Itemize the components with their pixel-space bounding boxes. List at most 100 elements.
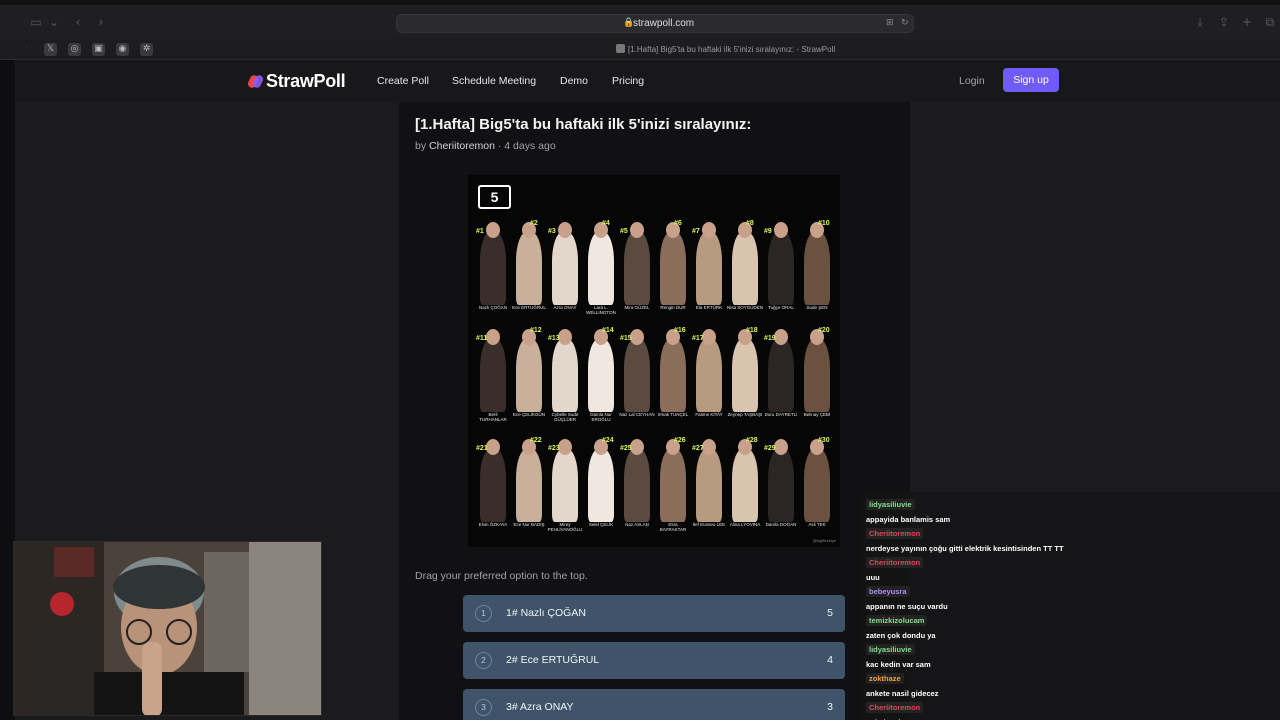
contestant-number: #17	[692, 335, 704, 342]
contestant-figure	[480, 232, 506, 305]
contestant-head	[702, 439, 716, 455]
contestant-figure	[552, 339, 578, 412]
new-tab-icon[interactable]: +	[1239, 15, 1255, 29]
active-tab[interactable]: [1.Hafta] Big5'ta bu haftaki ilk 5'inizi…	[616, 44, 835, 54]
contestant-name: Mirey PEHLİVANOĞLU	[547, 522, 583, 532]
sidebar-icon[interactable]: ▭	[28, 15, 44, 29]
contestant-number: #21	[476, 445, 488, 452]
contestant-figure	[516, 339, 542, 412]
contestant-figure	[480, 339, 506, 412]
back-icon[interactable]: ‹	[70, 15, 86, 29]
contestant-number: #5	[620, 228, 628, 235]
contestant-name: Cybelle Sude GÜÇLÜER	[551, 412, 579, 422]
contestant-number: #7	[692, 228, 700, 235]
contestant-number: #14	[602, 327, 614, 334]
contestant-name: Ela ERTÜRK	[695, 305, 723, 310]
option-label: 2# Ece ERTUĞRUL	[506, 654, 600, 666]
strawpoll-logo[interactable]: StrawPoll	[246, 70, 346, 92]
poll-author[interactable]: Cheriitoremon	[429, 140, 495, 152]
contestant-number: #26	[674, 437, 686, 444]
big5-logo: 5	[478, 185, 511, 209]
nav-pricing[interactable]: Pricing	[612, 75, 644, 87]
contestant-name: Naz ASLAN	[625, 522, 649, 527]
chat-message: lidyasiliuvie appayida banlamis sam	[866, 494, 1276, 524]
contestant-number: #23	[548, 445, 560, 452]
poll-title: [1.Hafta] Big5'ta bu haftaki ilk 5'inizi…	[415, 116, 752, 133]
x-icon[interactable]: 𝕏	[44, 43, 57, 56]
poll-byline: by Cheriitoremon · 4 days ago	[415, 140, 556, 152]
strawpoll-logo-icon	[246, 73, 265, 90]
spotify-icon[interactable]: ◉	[116, 43, 129, 56]
contestant-name: Elvin ÖZKAYA	[478, 522, 508, 527]
favorite-icon[interactable]: ·	[20, 43, 33, 56]
nav-create-poll[interactable]: Create Poll	[377, 75, 429, 87]
contestant-figure	[660, 449, 686, 522]
chat-username: lidyasiliuvie	[866, 499, 915, 510]
share-icon[interactable]: ⇪	[1216, 15, 1232, 29]
contestant-figure	[696, 449, 722, 522]
signup-button[interactable]: Sign up	[1003, 68, 1059, 92]
contestant-number: #2	[530, 220, 538, 227]
contestant-figure	[768, 449, 794, 522]
login-link[interactable]: Login	[959, 75, 985, 87]
address-bar[interactable]: 🔒 strawpoll.com ⊞ ↻	[396, 14, 914, 33]
contestant-name: Azra ONAY	[553, 305, 577, 310]
contestant-number: #16	[674, 327, 686, 334]
option-count: 3	[827, 701, 833, 713]
contestant-figure	[804, 449, 830, 522]
chat-username: temizkizolucam	[866, 615, 928, 626]
option-rank: 2	[475, 652, 492, 669]
contestant-figure	[804, 339, 830, 412]
tab-overview-icon[interactable]: ⧉	[1262, 15, 1278, 29]
ranking-option[interactable]: 1 1# Nazlı ÇOĞAN 5	[463, 595, 845, 632]
contestant-head	[774, 329, 788, 345]
contestant-name: Alina LYOVINA	[729, 522, 761, 527]
contestant-figure	[696, 232, 722, 305]
byline-prefix: by	[415, 140, 430, 152]
contestant-figure	[732, 232, 758, 305]
tab-bar: · 𝕏 ◎ ▣ ◉ ✲ [1.Hafta] Big5'ta bu haftaki…	[0, 39, 1280, 60]
apps-icon[interactable]: ▣	[92, 43, 105, 56]
reload-icon[interactable]: ↻	[901, 18, 909, 28]
contestant-name: Nazlı ÇOĞAN	[478, 305, 507, 310]
contestant-name: Fatime KİTAY	[695, 412, 723, 417]
download-icon[interactable]: ⤓	[1192, 15, 1208, 29]
contestant-name: Selel ÇELİK	[588, 522, 614, 527]
contestant-figure	[552, 449, 578, 522]
forward-icon[interactable]: ›	[93, 15, 109, 29]
contestant-figure	[516, 232, 542, 305]
contestant-number: #19	[764, 335, 776, 342]
chat-username: Cheriitoremon	[866, 528, 924, 539]
option-rank: 3	[475, 699, 492, 716]
chat-message: zokthaze ankete nasil gidecez	[866, 668, 1276, 698]
contestant-figure	[624, 449, 650, 522]
contestant-name: Nisa SOYGÜDEN	[727, 305, 764, 310]
contestant-number: #30	[818, 437, 830, 444]
chat-message: lidyasiliuvie kac kedin var sam	[866, 639, 1276, 669]
chat-message: Cheriitoremon uuu	[866, 552, 1276, 582]
instagram-icon[interactable]: ◎	[68, 43, 81, 56]
option-rank: 1	[475, 605, 492, 622]
contestant-head	[630, 439, 644, 455]
chevron-down-icon[interactable]: ⌄	[46, 15, 62, 29]
contestant-head	[558, 439, 572, 455]
nav-demo[interactable]: Demo	[560, 75, 588, 87]
contestant-head	[486, 439, 500, 455]
chat-overlay: lidyasiliuvie appayida banlamis sam Cherii…	[862, 492, 1280, 720]
nav-schedule-meeting[interactable]: Schedule Meeting	[452, 75, 536, 87]
ranking-option[interactable]: 2 2# Ece ERTUĞRUL 4	[463, 642, 845, 679]
contestant-name: Naz Lal CEYHAN	[619, 412, 655, 417]
chat-message: temizkizolucam zaten çok dondu ya	[866, 610, 1276, 640]
contestant-figure	[732, 339, 758, 412]
webcam-picture	[14, 542, 321, 715]
contestant-name: Damla Nur EROĞLU	[590, 412, 612, 422]
openai-icon[interactable]: ✲	[140, 43, 153, 56]
chat-message: Cheriitoremonanladım ;)	[866, 697, 1276, 720]
ranking-option[interactable]: 3 3# Azra ONAY 3	[463, 689, 845, 720]
translate-icon[interactable]: ⊞	[886, 18, 894, 28]
chat-username: bebeyusra	[866, 586, 910, 597]
contestant-figure	[696, 339, 722, 412]
chat-username: lidyasiliuvie	[866, 644, 915, 655]
contestant-figure	[768, 232, 794, 305]
contestant-number: #8	[746, 220, 754, 227]
